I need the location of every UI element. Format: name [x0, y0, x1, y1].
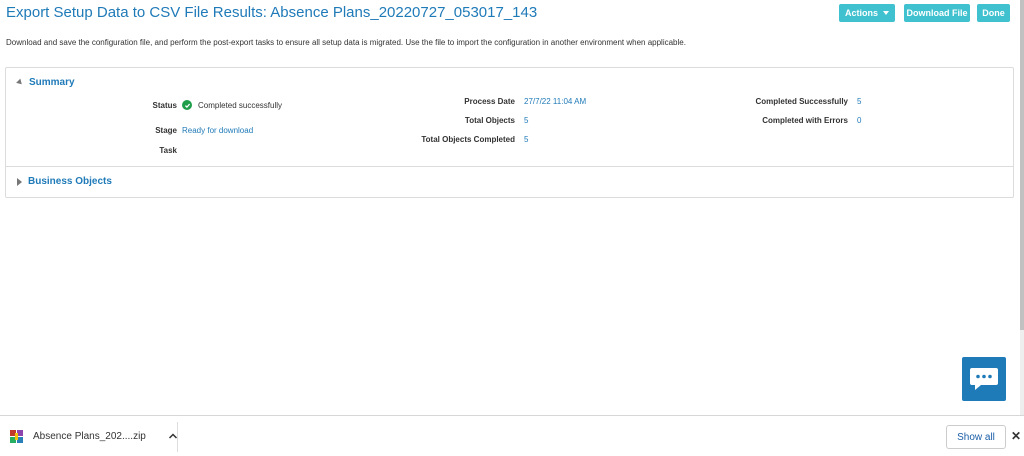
- total-objects-value: 5: [524, 116, 529, 125]
- download-file-button[interactable]: Download File: [904, 4, 970, 22]
- completed-successfully-value: 5: [857, 97, 862, 106]
- results-panel: Summary Status Completed successfully St…: [5, 67, 1014, 198]
- caret-down-icon: [883, 11, 889, 15]
- vertical-scrollbar[interactable]: [1020, 0, 1024, 415]
- archive-file-icon: [10, 429, 23, 443]
- download-bar: Absence Plans_202....zip Show all ✕: [0, 415, 1024, 456]
- page-title: Export Setup Data to CSV File Results: A…: [6, 4, 538, 21]
- completed-errors-value: 0: [857, 116, 862, 125]
- total-completed-value: 5: [524, 135, 529, 144]
- business-objects-section-toggle[interactable]: Business Objects: [17, 176, 112, 187]
- total-objects-label: Total Objects: [464, 116, 515, 125]
- status-label: Status: [152, 101, 177, 110]
- scrollbar-thumb[interactable]: [1020, 0, 1024, 330]
- actions-button[interactable]: Actions: [839, 4, 895, 22]
- chat-button[interactable]: [962, 357, 1006, 401]
- process-date-value: 27/7/22 11:04 AM: [524, 97, 587, 106]
- completed-errors-label: Completed with Errors: [762, 116, 848, 125]
- completed-successfully-label: Completed Successfully: [755, 97, 848, 106]
- done-button[interactable]: Done: [977, 4, 1010, 22]
- total-completed-label: Total Objects Completed: [421, 135, 515, 144]
- actions-label: Actions: [844, 8, 878, 18]
- summary-section-toggle[interactable]: Summary: [16, 77, 75, 88]
- close-icon[interactable]: ✕: [1011, 429, 1021, 443]
- section-divider: [6, 166, 1013, 167]
- process-date-label: Process Date: [464, 97, 515, 106]
- expanded-triangle-icon: [16, 78, 24, 87]
- page-content: Export Setup Data to CSV File Results: A…: [0, 0, 1020, 415]
- status-value: Completed successfully: [182, 100, 282, 110]
- business-objects-heading: Business Objects: [28, 176, 112, 187]
- show-all-button[interactable]: Show all: [946, 425, 1006, 449]
- chat-bubble-icon: [970, 368, 998, 390]
- collapsed-triangle-icon: [17, 177, 22, 186]
- stage-label: Stage: [155, 126, 177, 135]
- summary-heading: Summary: [29, 77, 75, 88]
- task-label: Task: [159, 146, 177, 155]
- stage-value: Ready for download: [182, 126, 254, 135]
- status-text: Completed successfully: [198, 100, 283, 110]
- download-item[interactable]: Absence Plans_202....zip: [10, 426, 178, 446]
- download-file-name: Absence Plans_202....zip: [33, 430, 146, 442]
- check-circle-icon: [182, 100, 192, 110]
- page-description: Download and save the configuration file…: [6, 38, 686, 47]
- download-bar-separator: [177, 422, 178, 452]
